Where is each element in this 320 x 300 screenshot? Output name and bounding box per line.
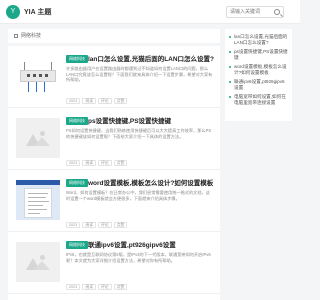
word-ribbon xyxy=(16,180,60,185)
post-thumbnail[interactable] xyxy=(16,118,60,158)
meta-views: 阅读 xyxy=(82,98,97,104)
post-title[interactable]: ps设置快捷键,PS设置快捷键 xyxy=(88,115,216,125)
category-tag[interactable]: 网络科技 xyxy=(66,241,88,249)
search-input[interactable] xyxy=(230,7,272,17)
sidebar-link[interactable]: lan口怎么设置,光猫后面的LAN口怎么设置? xyxy=(229,34,288,46)
post-thumbnail[interactable] xyxy=(16,56,60,96)
post-excerpt: Word，如何设置模板？在日常办公中，我们经常需要使用统一格式的文档，这时设置一… xyxy=(66,190,210,201)
meta-views: 阅读 xyxy=(82,160,97,166)
post-title[interactable]: 联通ipv6设置,pt926gipv6设置 xyxy=(88,239,216,249)
post-meta: 2021 阅读 评论 点赞 xyxy=(66,89,216,104)
category-tag[interactable]: 网络科技 xyxy=(66,117,88,125)
meta-date: 2021 xyxy=(66,222,81,228)
meta-comments[interactable]: 评论 xyxy=(98,222,112,228)
sidebar-link[interactable]: 联通ipv6设置,pt926gipv6设置 xyxy=(229,79,288,91)
site-logo[interactable]: Y xyxy=(6,5,20,19)
site-name[interactable]: YIA 主题 xyxy=(24,7,51,17)
meta-likes[interactable]: 点赞 xyxy=(113,222,128,228)
post-meta: 2021 阅读 评论 点赞 xyxy=(66,275,216,290)
image-placeholder-icon xyxy=(26,130,50,146)
site-header: Y YIA 主题 xyxy=(0,0,300,24)
meta-likes[interactable]: 点赞 xyxy=(113,284,128,290)
search-icon[interactable] xyxy=(274,9,280,15)
router-cable xyxy=(28,82,29,92)
router-cable xyxy=(44,82,45,92)
search-box xyxy=(226,6,284,18)
post-list: 网络科技 lan口怎么设置,光猫后面的LAN口怎么设置? 许多路由器用户在设置路… xyxy=(8,46,220,300)
breadcrumb: 网络科技 xyxy=(8,29,220,43)
router-image xyxy=(20,70,56,82)
sidebar-link[interactable]: word设置模板,模板怎么设计?如何设置模板 xyxy=(229,64,288,76)
post-excerpt: 许多路由器用户在设置路由器时都遇到过不知道如何设置LAN口的问题，那么LAN口究… xyxy=(66,66,213,82)
meta-likes[interactable]: 点赞 xyxy=(113,98,128,104)
post-item: 网络科技 ps设置快捷键,PS设置快捷键 PS如何设置快捷键，当我们熟练使用快捷… xyxy=(8,108,220,170)
meta-comments[interactable]: 评论 xyxy=(98,284,112,290)
home-icon[interactable] xyxy=(14,33,18,38)
recent-post-list: lan口怎么设置,光猫后面的LAN口怎么设置? ps设置快捷键,PS设置快捷键 … xyxy=(225,29,292,114)
meta-comments[interactable]: 评论 xyxy=(98,160,112,166)
category-tag[interactable]: 网络科技 xyxy=(66,179,88,187)
page: Y YIA 主题 网络科技 网络科技 lan口怎么设置,光猫后面的LAN口怎么设… xyxy=(0,0,300,300)
image-placeholder-icon xyxy=(26,254,50,270)
router-cable xyxy=(36,82,37,92)
sidebar-recent-posts: lan口怎么设置,光猫后面的LAN口怎么设置? ps设置快捷键,PS设置快捷键 … xyxy=(225,29,292,121)
meta-views: 阅读 xyxy=(82,284,97,290)
post-title[interactable]: lan口怎么设置,光猫后面的LAN口怎么设置? xyxy=(88,53,216,63)
meta-date: 2021 xyxy=(66,98,81,104)
breadcrumb-current[interactable]: 网络科技 xyxy=(21,33,41,39)
category-tag[interactable]: 网络科技 xyxy=(66,55,88,63)
router-antenna xyxy=(51,62,52,70)
post-meta: 2021 阅读 评论 点赞 xyxy=(66,213,216,228)
meta-date: 2021 xyxy=(66,284,81,290)
post-item: 网络科技 word设置模板,模板怎么设计?如何设置模板 Word，如何设置模板？… xyxy=(8,170,220,232)
meta-date: 2021 xyxy=(66,160,81,166)
post-thumbnail[interactable] xyxy=(16,180,60,220)
router-antenna xyxy=(24,62,25,70)
meta-views: 阅读 xyxy=(82,222,97,228)
post-thumbnail[interactable] xyxy=(16,242,60,282)
document-page xyxy=(24,188,52,218)
post-title[interactable]: word设置模板,模板怎么设计?如何设置模板 xyxy=(88,177,216,187)
post-item: 网络科技 联通ipv6设置,pt926gipv6设置 IPv6，也就是互联网协议… xyxy=(8,232,220,294)
sidebar-link[interactable]: ps设置快捷键,PS设置快捷键 xyxy=(229,49,288,61)
post-excerpt: IPv6，也就是互联网协议第6版，是IPv4的下一代版本，联通宽带如何开启IPv… xyxy=(66,252,211,263)
post-meta: 2021 阅读 评论 点赞 xyxy=(66,151,216,166)
post-excerpt: PS如何设置快捷键，当我们熟练使用快捷键后可以大大提高工作效率，那么PS的快捷键… xyxy=(66,128,212,139)
meta-comments[interactable]: 评论 xyxy=(98,98,112,104)
sidebar-link[interactable]: 电脑宽带如何设置,如何在电脑里宽带连接设置 xyxy=(229,94,288,106)
post-item: 网络科技 lan口怎么设置,光猫后面的LAN口怎么设置? 许多路由器用户在设置路… xyxy=(8,46,220,108)
meta-likes[interactable]: 点赞 xyxy=(113,160,128,166)
